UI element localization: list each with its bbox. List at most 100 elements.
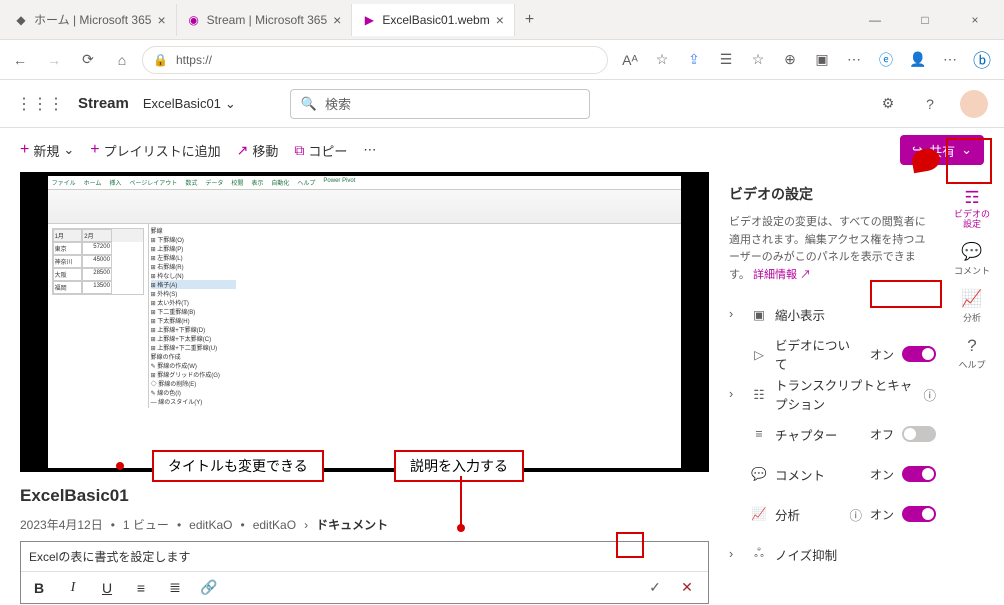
chevron-right-icon: › [729,547,743,561]
noise-icon: ஃ [751,546,767,562]
close-window-button[interactable]: × [962,13,988,27]
app-header: ⋮⋮⋮ Stream ExcelBasic01 ⌄ 🔍 検索 ⚙ ? [0,80,1004,128]
link-button[interactable]: 🔗 [199,579,219,596]
app-name: Stream [78,95,129,112]
transcript-icon: ☷ [751,387,767,402]
breadcrumb-label: ExcelBasic01 [143,96,221,111]
search-input[interactable]: 🔍 検索 [290,89,590,119]
edge-action-icon[interactable]: ⇪ [682,48,706,72]
meta-views: 1 ビュー [123,516,169,533]
rail-comments[interactable]: 💬 コメント [950,242,994,277]
underline-button[interactable]: U [97,580,117,596]
tab-video[interactable]: ▶ ExcelBasic01.webm × [352,4,515,36]
rail-video-settings[interactable]: ☶ ビデオの設定 [950,188,994,230]
tab-close-icon[interactable]: × [157,12,165,28]
italic-button[interactable]: I [63,580,83,596]
rail-analytics[interactable]: 📈 分析 [950,289,994,324]
video-icon: ▷ [751,347,767,362]
minimize-button[interactable]: — [862,13,888,27]
ie-mode-icon[interactable]: ⓔ [874,48,898,72]
addr-bar-actions: Aᴬ ☆ ⇪ ☰ ☆ ⊕ ▣ ⋯ ⓔ 👤 ⋯ ⓑ [614,48,998,72]
rail-help[interactable]: ? ヘルプ [950,336,994,371]
analytics-icon: 📈 [751,507,767,522]
new-tab-button[interactable]: + [515,11,544,29]
confirm-button[interactable]: ✓ [642,575,668,601]
tab-home[interactable]: ◆ ホーム | Microsoft 365 × [4,4,177,36]
settings-icon[interactable]: ⚙ [876,92,900,116]
copy-icon: ⧉ [294,142,304,159]
chevron-right-icon: › [729,307,743,321]
more-icon[interactable]: ⋯ [938,48,962,72]
meta-editor: editKaO [253,518,296,532]
app-launcher-icon[interactable]: ⋮⋮⋮ [16,94,64,114]
refresh-button[interactable]: ⟳ [74,46,102,74]
tab-close-icon[interactable]: × [333,12,341,28]
bing-icon[interactable]: ⓑ [970,48,994,72]
avatar[interactable] [960,90,988,118]
info-icon[interactable]: ⓘ [849,505,862,524]
meta-location[interactable]: ドキュメント [316,516,388,533]
cmd-label: 移動 [252,141,278,160]
extension-icon[interactable]: ☰ [714,48,738,72]
setting-noise[interactable]: › ஃ ノイズ抑制 [729,534,942,574]
cmd-label: コピー [308,141,347,160]
move-icon: ↗ [237,142,249,159]
bullet-list-button[interactable]: ≡ [131,580,151,596]
forward-button[interactable]: → [40,46,68,74]
setting-transcript[interactable]: › ☷ トランスクリプトとキャプション ⓘ [729,374,942,414]
tab-stream[interactable]: ◉ Stream | Microsoft 365 × [177,4,353,36]
about-toggle[interactable] [902,346,936,362]
setting-thumbnail[interactable]: › ▣ 縮小表示 [729,294,942,334]
right-panel: ビデオの設定 ビデオ設定の変更は、すべての閲覧者に適用されます。編集アクセス権を… [729,172,1004,605]
numbered-list-button[interactable]: ≣ [165,579,185,596]
setting-about: ▷ ビデオについて オン [729,334,942,374]
collections-icon[interactable]: ▣ [810,48,834,72]
chapters-toggle[interactable] [902,426,936,442]
tab-label: Stream | Microsoft 365 [207,13,328,27]
browser-menu-icon[interactable]: ⋯ [842,48,866,72]
settings-description: ビデオ設定の変更は、すべての閲覧者に適用されます。編集アクセス権を持つユーザーの… [729,212,942,294]
chapters-icon: ≡ [751,427,767,441]
comments-toggle[interactable] [902,466,936,482]
help-icon[interactable]: ? [918,92,942,116]
cmd-label: 新規 [33,141,59,160]
video-metadata: 2023年4月12日• 1 ビュー• editKaO• editKaO › ドキ… [20,516,709,533]
add-to-playlist-button[interactable]: + プレイリストに追加 [90,141,220,160]
overflow-button[interactable]: ⋯ [363,142,376,158]
description-input[interactable]: Excelの表に書式を設定します [21,542,708,571]
cancel-button[interactable]: ✕ [674,575,700,601]
video-title[interactable]: ExcelBasic01 [20,486,129,506]
video-settings-panel: ビデオの設定 ビデオ設定の変更は、すべての閲覧者に適用されます。編集アクセス権を… [729,184,942,605]
maximize-button[interactable]: □ [912,13,938,27]
favorite-icon[interactable]: ☆ [650,48,674,72]
addon-icon[interactable]: ⊕ [778,48,802,72]
home-button[interactable]: ⌂ [108,46,136,74]
search-placeholder: 検索 [325,94,351,113]
details-link[interactable]: 詳細情報 ↗ [753,269,811,281]
analytics-toggle[interactable] [902,506,936,522]
stream-icon: ◉ [187,13,201,27]
chevron-down-icon: ⌄ [961,142,972,158]
new-button[interactable]: + 新規 ⌄ [20,141,74,160]
url-text: https:// [176,53,212,67]
bold-button[interactable]: B [29,580,49,596]
profile-icon[interactable]: 👤 [906,48,930,72]
info-icon[interactable]: ⓘ [923,385,936,404]
text-size-icon[interactable]: Aᴬ [618,48,642,72]
tab-close-icon[interactable]: × [496,12,504,28]
video-column: ファイルホーム挿入ページレイアウト数式データ校閲表示自動化ヘルプPower Pi… [0,172,729,605]
chevron-down-icon: ⌄ [225,96,236,112]
move-button[interactable]: ↗ 移動 [237,141,279,160]
description-editor: Excelの表に書式を設定します B I U ≡ ≣ 🔗 ✓ ✕ [20,541,709,604]
video-player[interactable]: ファイルホーム挿入ページレイアウト数式データ校閲表示自動化ヘルプPower Pi… [20,172,709,472]
url-input[interactable]: 🔒 https:// [142,46,608,74]
favorites-bar-icon[interactable]: ☆ [746,48,770,72]
annotation-connector [460,476,462,526]
meta-author: editKaO [189,518,232,532]
breadcrumb[interactable]: ExcelBasic01 ⌄ [143,96,236,112]
settings-title: ビデオの設定 [729,184,813,204]
back-button[interactable]: ← [6,46,34,74]
copy-button[interactable]: ⧉ コピー [294,141,347,160]
annotation-title-label: タイトルも変更できる [152,450,324,482]
description-toolbar: B I U ≡ ≣ 🔗 ✓ ✕ [21,571,708,603]
